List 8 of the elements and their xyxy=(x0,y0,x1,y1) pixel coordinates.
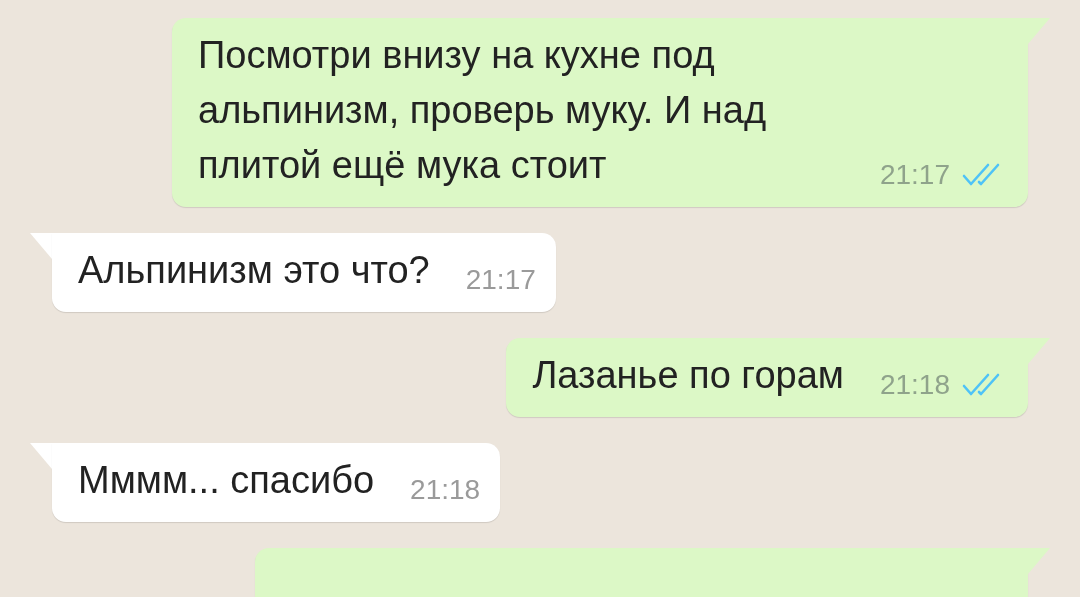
message-text: Лазанье по горам xyxy=(532,353,844,398)
message-text: Посмотри внизу на кухне под альпинизм, проверь муку. И над плитой ещё мука стоит xyxy=(198,33,768,188)
message-time: 21:17 xyxy=(879,159,950,191)
message-text: Альпинизм это что? xyxy=(78,248,430,293)
message-time: 21:18 xyxy=(410,474,481,506)
message-time: 21:18 xyxy=(879,369,950,401)
message-text: Мммм... спасибо xyxy=(78,458,375,503)
message-time: 21:17 xyxy=(465,264,536,296)
